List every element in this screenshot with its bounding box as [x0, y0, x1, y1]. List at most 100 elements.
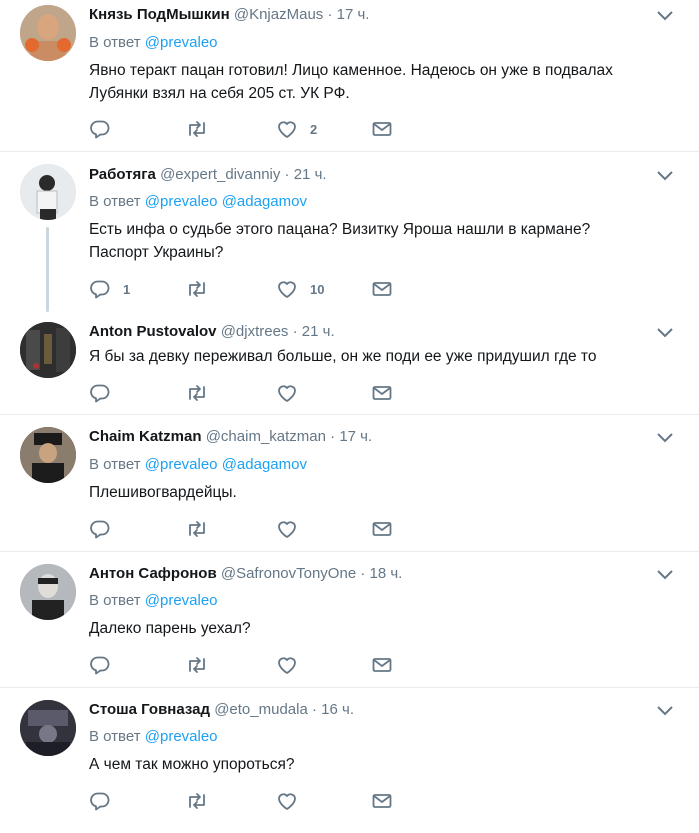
avatar[interactable] [20, 5, 76, 61]
timestamp[interactable]: 17 ч. [337, 6, 370, 23]
like-button[interactable]: 2 [276, 118, 317, 140]
tweet-text: Я бы за девку переживал больше, он же по… [89, 348, 597, 365]
mention-link[interactable]: @prevaleo [145, 34, 218, 51]
tweet[interactable]: Князь ПодМышкин @KnjazMaus · 17 ч. В отв… [0, 0, 699, 152]
heart-icon [278, 657, 296, 674]
mention-link[interactable]: @adagamov [222, 193, 307, 210]
avatar[interactable] [20, 322, 76, 378]
direct-message-button[interactable] [371, 118, 393, 140]
envelope-icon [372, 522, 392, 536]
author-handle[interactable]: @SafronovTonyOne [221, 565, 356, 582]
retweet-icon [189, 521, 205, 537]
retweet-icon [189, 793, 205, 809]
envelope-icon [372, 386, 392, 400]
retweet-button[interactable] [185, 790, 221, 812]
author-name[interactable]: Работяга [89, 166, 156, 183]
like-count: 10 [310, 281, 325, 297]
like-button[interactable]: 10 [276, 278, 324, 300]
direct-message-button[interactable] [371, 278, 393, 300]
avatar[interactable] [20, 164, 76, 220]
replying-to: В ответ @prevaleo @adagamov [89, 456, 307, 473]
tweet-header: Anton Pustovalov @djxtrees · 21 ч. [89, 323, 335, 340]
avatar[interactable] [20, 427, 76, 483]
mention-link[interactable]: @prevaleo [145, 456, 218, 473]
tweet[interactable]: Стоша Говназад @eto_mudala · 16 ч. В отв… [0, 688, 699, 833]
direct-message-button[interactable] [371, 382, 393, 404]
retweet-button[interactable] [185, 382, 221, 404]
chevron-down-icon[interactable] [655, 8, 675, 24]
direct-message-button[interactable] [371, 790, 393, 812]
replying-to: В ответ @prevaleo [89, 728, 218, 745]
author-handle[interactable]: @djxtrees [221, 323, 289, 340]
author-name[interactable]: Антон Сафронов [89, 565, 217, 582]
like-button[interactable] [276, 382, 310, 404]
reply-button[interactable] [89, 518, 123, 540]
reply-icon [90, 656, 110, 675]
reply-button[interactable] [89, 654, 123, 676]
tweet[interactable]: Chaim Katzman @chaim_katzman · 17 ч. В о… [0, 415, 699, 552]
mention-link[interactable]: @prevaleo [145, 728, 218, 745]
reply-button[interactable] [89, 382, 123, 404]
timestamp[interactable]: 16 ч. [321, 701, 354, 718]
chevron-down-icon[interactable] [655, 703, 675, 719]
like-button[interactable] [276, 790, 310, 812]
author-name[interactable]: Стоша Говназад [89, 701, 210, 718]
author-name[interactable]: Anton Pustovalov [89, 323, 217, 340]
replying-to: В ответ @prevaleo [89, 592, 218, 609]
retweet-button[interactable] [185, 278, 221, 300]
retweet-button[interactable] [185, 118, 221, 140]
author-handle[interactable]: @eto_mudala [214, 701, 308, 718]
tweet-actions [89, 654, 409, 676]
avatar[interactable] [20, 564, 76, 620]
heart-icon [278, 281, 296, 298]
avatar[interactable] [20, 700, 76, 756]
chevron-down-icon[interactable] [655, 168, 675, 184]
tweet-actions [89, 518, 409, 540]
tweet-actions [89, 382, 409, 404]
retweet-button[interactable] [185, 654, 221, 676]
like-button[interactable] [276, 654, 310, 676]
direct-message-button[interactable] [371, 518, 393, 540]
mention-link[interactable]: @prevaleo [145, 592, 218, 609]
reply-count: 1 [123, 281, 131, 297]
mention-link[interactable]: @prevaleo [145, 193, 218, 210]
heart-icon [278, 521, 296, 538]
author-name[interactable]: Князь ПодМышкин [89, 6, 230, 23]
timestamp[interactable]: 21 ч. [302, 323, 335, 340]
tweet-header: Работяга @expert_divanniy · 21 ч. [89, 166, 327, 183]
tweet-header: Стоша Говназад @eto_mudala · 16 ч. [89, 701, 354, 718]
envelope-icon [372, 794, 392, 808]
replying-to: В ответ @prevaleo [89, 34, 218, 51]
author-handle[interactable]: @KnjazMaus [234, 6, 323, 23]
reply-button[interactable]: 1 [89, 278, 130, 300]
reply-icon [90, 120, 110, 139]
tweet-text: Плешивогвардейцы. [89, 484, 237, 501]
tweet[interactable]: Anton Pustovalov @djxtrees · 21 ч. Я бы … [0, 312, 699, 415]
author-name[interactable]: Chaim Katzman [89, 428, 202, 445]
tweet[interactable]: Работяга @expert_divanniy · 21 ч. В отве… [0, 152, 699, 312]
chevron-down-icon[interactable] [655, 567, 675, 583]
tweet-actions: 1 10 [89, 278, 409, 300]
like-button[interactable] [276, 518, 310, 540]
reply-button[interactable] [89, 118, 123, 140]
author-handle[interactable]: @expert_divanniy [160, 166, 280, 183]
timestamp[interactable]: 21 ч. [294, 166, 327, 183]
replying-to: В ответ @prevaleo @adagamov [89, 193, 307, 210]
tweet-header: Князь ПодМышкин @KnjazMaus · 17 ч. [89, 6, 370, 23]
retweet-button[interactable] [185, 518, 221, 540]
tweet-text: Есть инфа о судьбе этого пацана? Визитку… [89, 221, 591, 261]
envelope-icon [372, 282, 392, 296]
reply-icon [90, 384, 110, 403]
author-handle[interactable]: @chaim_katzman [206, 428, 326, 445]
timestamp[interactable]: 17 ч. [339, 428, 372, 445]
mention-link[interactable]: @adagamov [222, 456, 307, 473]
tweet[interactable]: Антон Сафронов @SafronovTonyOne · 18 ч. … [0, 552, 699, 688]
thread-line [46, 227, 49, 312]
reply-button[interactable] [89, 790, 123, 812]
timestamp[interactable]: 18 ч. [370, 565, 403, 582]
heart-icon [278, 385, 296, 402]
chevron-down-icon[interactable] [655, 325, 675, 341]
direct-message-button[interactable] [371, 654, 393, 676]
chevron-down-icon[interactable] [655, 430, 675, 446]
tweet-text: Далеко парень уехал? [89, 620, 251, 637]
